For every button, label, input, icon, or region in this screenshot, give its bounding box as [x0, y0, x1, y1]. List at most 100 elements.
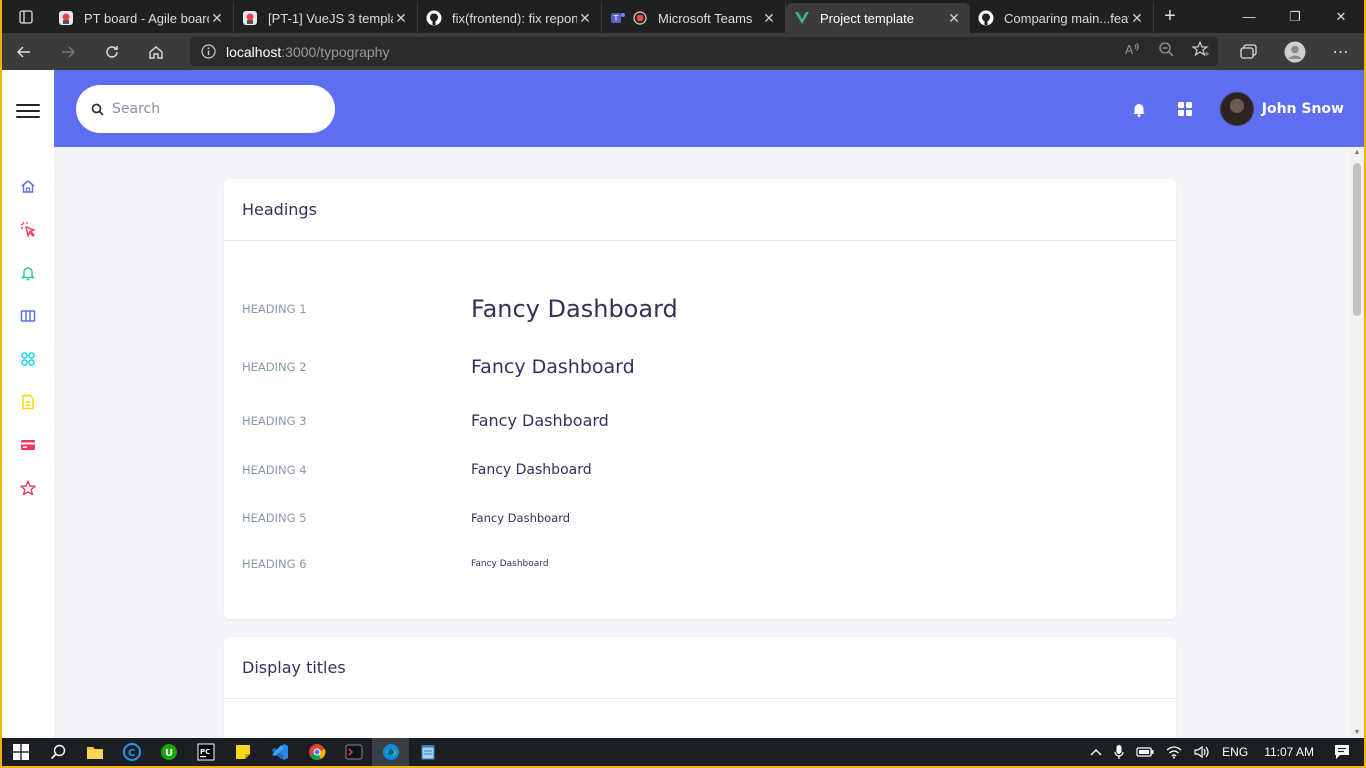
close-tab-icon[interactable]: ✕ [209, 10, 225, 27]
jira-icon [58, 10, 74, 26]
pycharm-icon[interactable]: PC [187, 738, 224, 766]
chrome-icon[interactable] [298, 738, 335, 766]
system-tray: ENG 11:07 AM [1084, 738, 1364, 766]
github-icon [978, 10, 994, 26]
close-tab-icon[interactable]: ✕ [946, 10, 962, 27]
restore-icon[interactable]: ❐ [1272, 0, 1318, 33]
language-indicator[interactable]: ENG [1222, 745, 1248, 759]
url-text: localhost:3000/typography [226, 43, 390, 60]
window-controls: — ❐ ✕ [1226, 0, 1364, 33]
search-box[interactable] [76, 85, 335, 133]
tab-pt-board[interactable]: PT board - Agile board ✕ [50, 3, 234, 33]
chevron-up-icon[interactable] [1090, 747, 1102, 757]
tab-github-compare[interactable]: Comparing main...feat ✕ [970, 3, 1154, 33]
scrollbar-thumb[interactable] [1353, 163, 1361, 316]
tab-project-template[interactable]: Project template ✕ [786, 3, 970, 33]
user-name[interactable]: John Snow [1262, 101, 1344, 117]
app-root: John Snow Headings Heading 1 Fancy Dashb… [2, 70, 1364, 738]
c-app-icon[interactable]: C [113, 738, 150, 766]
search-input[interactable] [112, 101, 312, 117]
edge-icon[interactable] [372, 738, 409, 766]
close-tab-icon[interactable]: ✕ [393, 10, 409, 27]
card-title: Display titles [224, 637, 1176, 699]
tab-teams[interactable]: T Microsoft Teams ✕ [602, 3, 786, 33]
pointer-icon [20, 221, 36, 237]
wifi-icon[interactable] [1166, 745, 1182, 759]
forward-icon[interactable] [46, 33, 90, 70]
upwork-icon[interactable]: U [150, 738, 187, 766]
terminal-icon[interactable] [335, 738, 372, 766]
notepad-icon[interactable] [409, 738, 446, 766]
windows-taskbar: C U PC ENG 11:07 AM [2, 738, 1364, 766]
close-window-icon[interactable]: ✕ [1318, 0, 1364, 33]
tab-strip: PT board - Agile board ✕ [PT-1] VueJS 3 … [2, 0, 1364, 33]
scroll-up-icon[interactable]: ▲ [1353, 149, 1361, 156]
sidebar [2, 70, 54, 738]
grid-icon [1177, 101, 1192, 116]
sidebar-item-favorites[interactable] [18, 478, 38, 498]
back-icon[interactable] [2, 33, 46, 70]
new-tab-button[interactable]: + [1154, 5, 1186, 28]
svg-text:A: A [1125, 43, 1134, 57]
tab-actions-button[interactable] [2, 0, 50, 33]
jira-icon [242, 10, 258, 26]
sidebar-item-pointer[interactable] [18, 219, 38, 239]
heading-label: Heading 2 [242, 360, 307, 374]
sidebar-item-billing[interactable] [18, 435, 38, 455]
top-navbar: John Snow [54, 70, 1364, 147]
sidebar-item-home[interactable] [18, 176, 38, 196]
tab-github-fix[interactable]: fix(frontend): fix reponsive ✕ [418, 3, 602, 33]
tab-title: fix(frontend): fix reponsive [452, 10, 577, 26]
search-icon [91, 103, 104, 116]
vscode-icon[interactable] [261, 738, 298, 766]
columns-icon [20, 310, 36, 322]
navbar-actions: John Snow [1128, 70, 1344, 147]
scroll-down-icon[interactable]: ▼ [1353, 729, 1361, 736]
microphone-icon[interactable] [1114, 744, 1124, 760]
clock[interactable]: 11:07 AM [1264, 745, 1314, 759]
heading-row: Heading 6 Fancy Dashboard [242, 557, 549, 571]
notification-center-icon[interactable] [1334, 744, 1350, 760]
address-bar-actions: A + [1124, 37, 1210, 66]
windows-start-icon[interactable] [2, 738, 39, 766]
home-icon[interactable] [134, 33, 178, 70]
page-scrollbar[interactable]: ▲ ▼ [1350, 147, 1364, 738]
more-options-icon[interactable]: ⋯ [1318, 42, 1364, 62]
zoom-out-icon[interactable] [1158, 41, 1174, 62]
site-info-icon[interactable] [190, 44, 226, 59]
credit-card-icon [21, 440, 35, 450]
heading-sample: Fancy Dashboard [471, 411, 609, 430]
heading-row: Heading 5 Fancy Dashboard [242, 511, 570, 525]
menu-toggle-icon[interactable] [16, 104, 40, 122]
close-tab-icon[interactable]: ✕ [577, 10, 593, 27]
tab-pt-1[interactable]: [PT-1] VueJS 3 template ✕ [234, 3, 418, 33]
collections-icon[interactable] [1226, 43, 1272, 60]
tab-title: PT board - Agile board [84, 10, 209, 26]
file-explorer-icon[interactable] [76, 738, 113, 766]
refresh-icon[interactable] [90, 33, 134, 70]
sticky-notes-icon[interactable] [224, 738, 261, 766]
battery-icon[interactable] [1136, 746, 1154, 758]
bell-icon [1132, 103, 1145, 117]
add-favorite-icon[interactable]: + [1191, 40, 1210, 62]
search-icon[interactable] [39, 738, 76, 766]
tab-actions-icon [19, 9, 33, 24]
volume-icon[interactable] [1194, 745, 1210, 759]
close-tab-icon[interactable]: ✕ [1129, 10, 1145, 27]
address-bar[interactable]: localhost:3000/typography A + [190, 37, 1218, 66]
avatar[interactable] [1219, 91, 1254, 126]
heading-sample: Fancy Dashboard [471, 511, 571, 525]
minimize-icon[interactable]: — [1226, 0, 1272, 33]
apps-menu-button[interactable] [1174, 98, 1196, 120]
notifications-button[interactable] [1128, 98, 1150, 120]
close-tab-icon[interactable]: ✕ [761, 10, 777, 27]
sidebar-item-tables[interactable] [18, 306, 38, 326]
tab-title: [PT-1] VueJS 3 template [268, 10, 393, 26]
sidebar-item-typography[interactable] [18, 392, 38, 412]
read-aloud-icon[interactable]: A [1124, 41, 1140, 62]
svg-text:U: U [165, 748, 173, 759]
heading-row: Heading 1 Fancy Dashboard [242, 295, 678, 323]
profile-icon[interactable] [1272, 41, 1318, 63]
sidebar-item-icons[interactable] [18, 349, 38, 369]
sidebar-item-notifications[interactable] [18, 263, 38, 283]
